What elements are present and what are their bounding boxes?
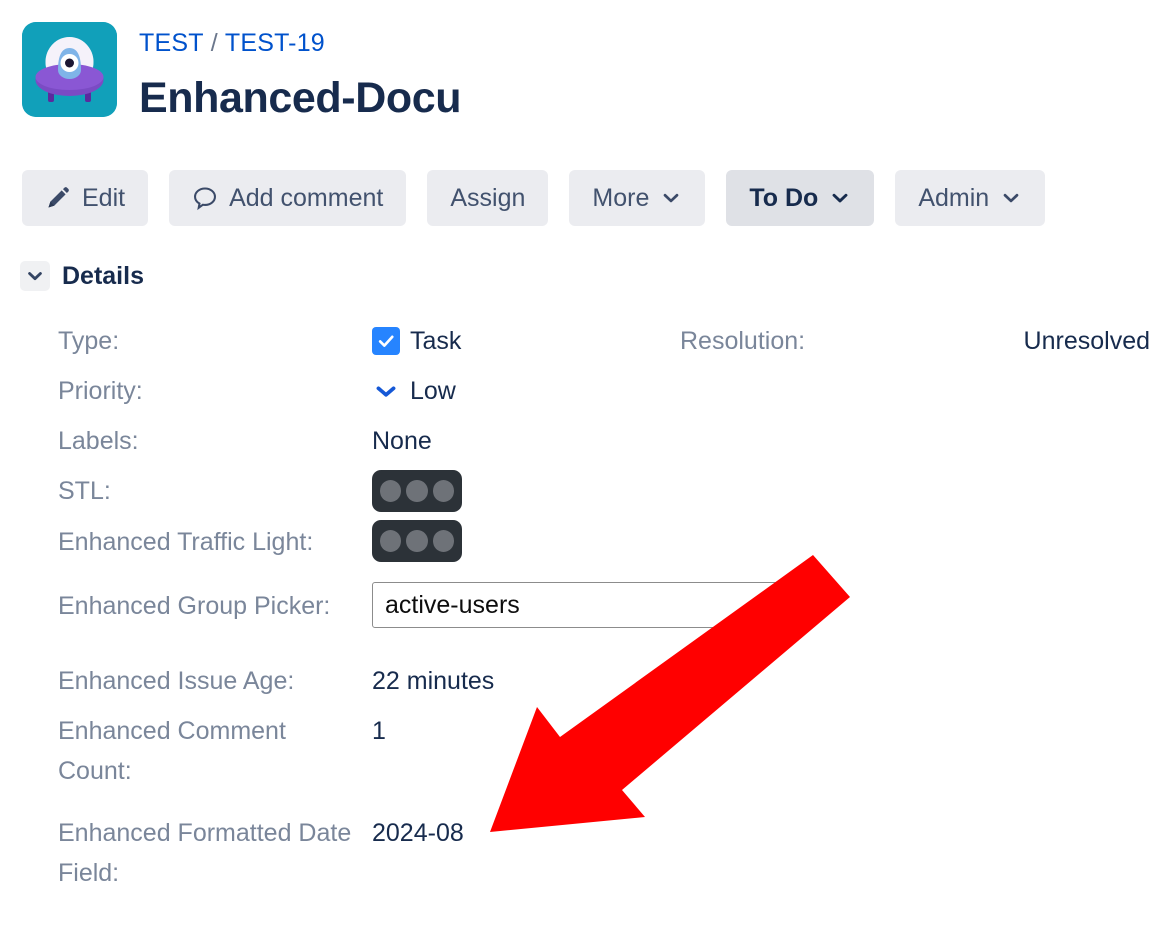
field-value-resolution: Unresolved — [1023, 327, 1150, 355]
traffic-light-icon[interactable] — [372, 520, 462, 562]
assign-button[interactable]: Assign — [427, 170, 549, 226]
field-value-enhanced-issue-age: 22 minutes — [372, 667, 495, 695]
traffic-lamp-amber — [406, 480, 428, 502]
edit-button[interactable]: Edit — [22, 170, 149, 226]
chevron-down-icon[interactable] — [20, 261, 50, 291]
field-label-resolution: Resolution: — [680, 327, 806, 355]
field-value-type: Task — [372, 316, 461, 366]
field-row-stl: STL: — [58, 466, 1158, 516]
issue-header: TEST / TEST-19 Enhanced-Docu — [22, 22, 462, 122]
admin-menu-label: Admin — [918, 183, 990, 212]
field-value-labels: None — [372, 427, 432, 455]
pencil-icon — [45, 185, 71, 211]
more-menu-label: More — [592, 183, 650, 212]
field-value-enhanced-traffic-light — [372, 516, 462, 566]
field-value-enhanced-group-picker — [372, 582, 782, 632]
status-button[interactable]: To Do — [726, 170, 875, 226]
field-label-enhanced-traffic-light: Enhanced Traffic Light: — [58, 528, 314, 556]
field-row-enhanced-comment-count: Enhanced Comment Count: 1 — [58, 706, 1158, 791]
group-picker-input[interactable] — [372, 582, 782, 628]
add-comment-button[interactable]: Add comment — [169, 170, 407, 226]
priority-low-chevron-icon — [372, 377, 400, 405]
traffic-lamp-green — [432, 530, 454, 552]
field-row-enhanced-formatted-date: Enhanced Formatted Date Field: 2024-08 — [58, 808, 1158, 893]
admin-menu-button[interactable]: Admin — [895, 170, 1046, 226]
field-value-stl — [372, 466, 462, 516]
field-value-priority-text: Low — [410, 377, 456, 405]
status-button-label: To Do — [749, 183, 819, 212]
breadcrumb: TEST / TEST-19 — [139, 28, 461, 58]
field-label-enhanced-group-picker: Enhanced Group Picker: — [58, 592, 331, 620]
field-label-type: Type: — [58, 327, 120, 355]
field-label-priority: Priority: — [58, 377, 143, 405]
details-section-header[interactable]: Details — [20, 261, 144, 291]
traffic-lamp-red — [380, 530, 402, 552]
assign-button-label: Assign — [450, 183, 526, 212]
issue-details-field-list: Type: Task Priority: Low Labels: None ST… — [58, 316, 1158, 893]
traffic-light-icon[interactable] — [372, 470, 462, 512]
field-row-enhanced-traffic-light: Enhanced Traffic Light: — [58, 516, 1158, 566]
more-menu-button[interactable]: More — [569, 170, 706, 226]
field-value-type-text: Task — [410, 327, 462, 355]
field-value-enhanced-comment-count: 1 — [372, 717, 386, 745]
edit-button-label: Edit — [82, 183, 126, 212]
field-row-resolution: Resolution: Unresolved — [680, 316, 1150, 366]
traffic-lamp-green — [432, 480, 454, 502]
field-row-labels: Labels: None — [58, 416, 1158, 466]
field-label-labels: Labels: — [58, 427, 139, 455]
breadcrumb-separator: / — [210, 29, 218, 57]
field-row-enhanced-issue-age: Enhanced Issue Age: 22 minutes — [58, 656, 1158, 706]
header-text-block: TEST / TEST-19 Enhanced-Docu — [139, 22, 462, 122]
page-title: Enhanced-Docu — [139, 74, 462, 122]
chevron-down-icon — [660, 187, 682, 209]
field-row-priority: Priority: Low — [58, 366, 1158, 416]
field-label-enhanced-comment-count: Enhanced Comment Count: — [58, 717, 286, 785]
chevron-down-icon — [1000, 187, 1022, 209]
task-checkbox-icon — [372, 327, 400, 355]
chevron-down-icon — [829, 187, 851, 209]
field-value-enhanced-formatted-date: 2024-08 — [372, 819, 464, 847]
add-comment-button-label: Add comment — [229, 183, 384, 212]
breadcrumb-issue-link[interactable]: TEST-19 — [225, 29, 325, 57]
traffic-lamp-red — [380, 480, 402, 502]
traffic-lamp-amber — [406, 530, 428, 552]
details-section-title: Details — [62, 262, 144, 290]
field-label-stl: STL: — [58, 477, 111, 505]
field-label-enhanced-issue-age: Enhanced Issue Age: — [58, 667, 295, 695]
issue-action-toolbar: Edit Add comment Assign More To Do Admin — [22, 170, 1046, 226]
field-label-enhanced-formatted-date: Enhanced Formatted Date Field: — [58, 819, 352, 887]
field-row-enhanced-group-picker: Enhanced Group Picker: — [58, 582, 1158, 632]
field-value-priority: Low — [372, 366, 456, 416]
ufo-avatar-icon — [22, 22, 117, 117]
breadcrumb-project-link[interactable]: TEST — [139, 29, 204, 57]
comment-bubble-icon — [192, 185, 218, 211]
